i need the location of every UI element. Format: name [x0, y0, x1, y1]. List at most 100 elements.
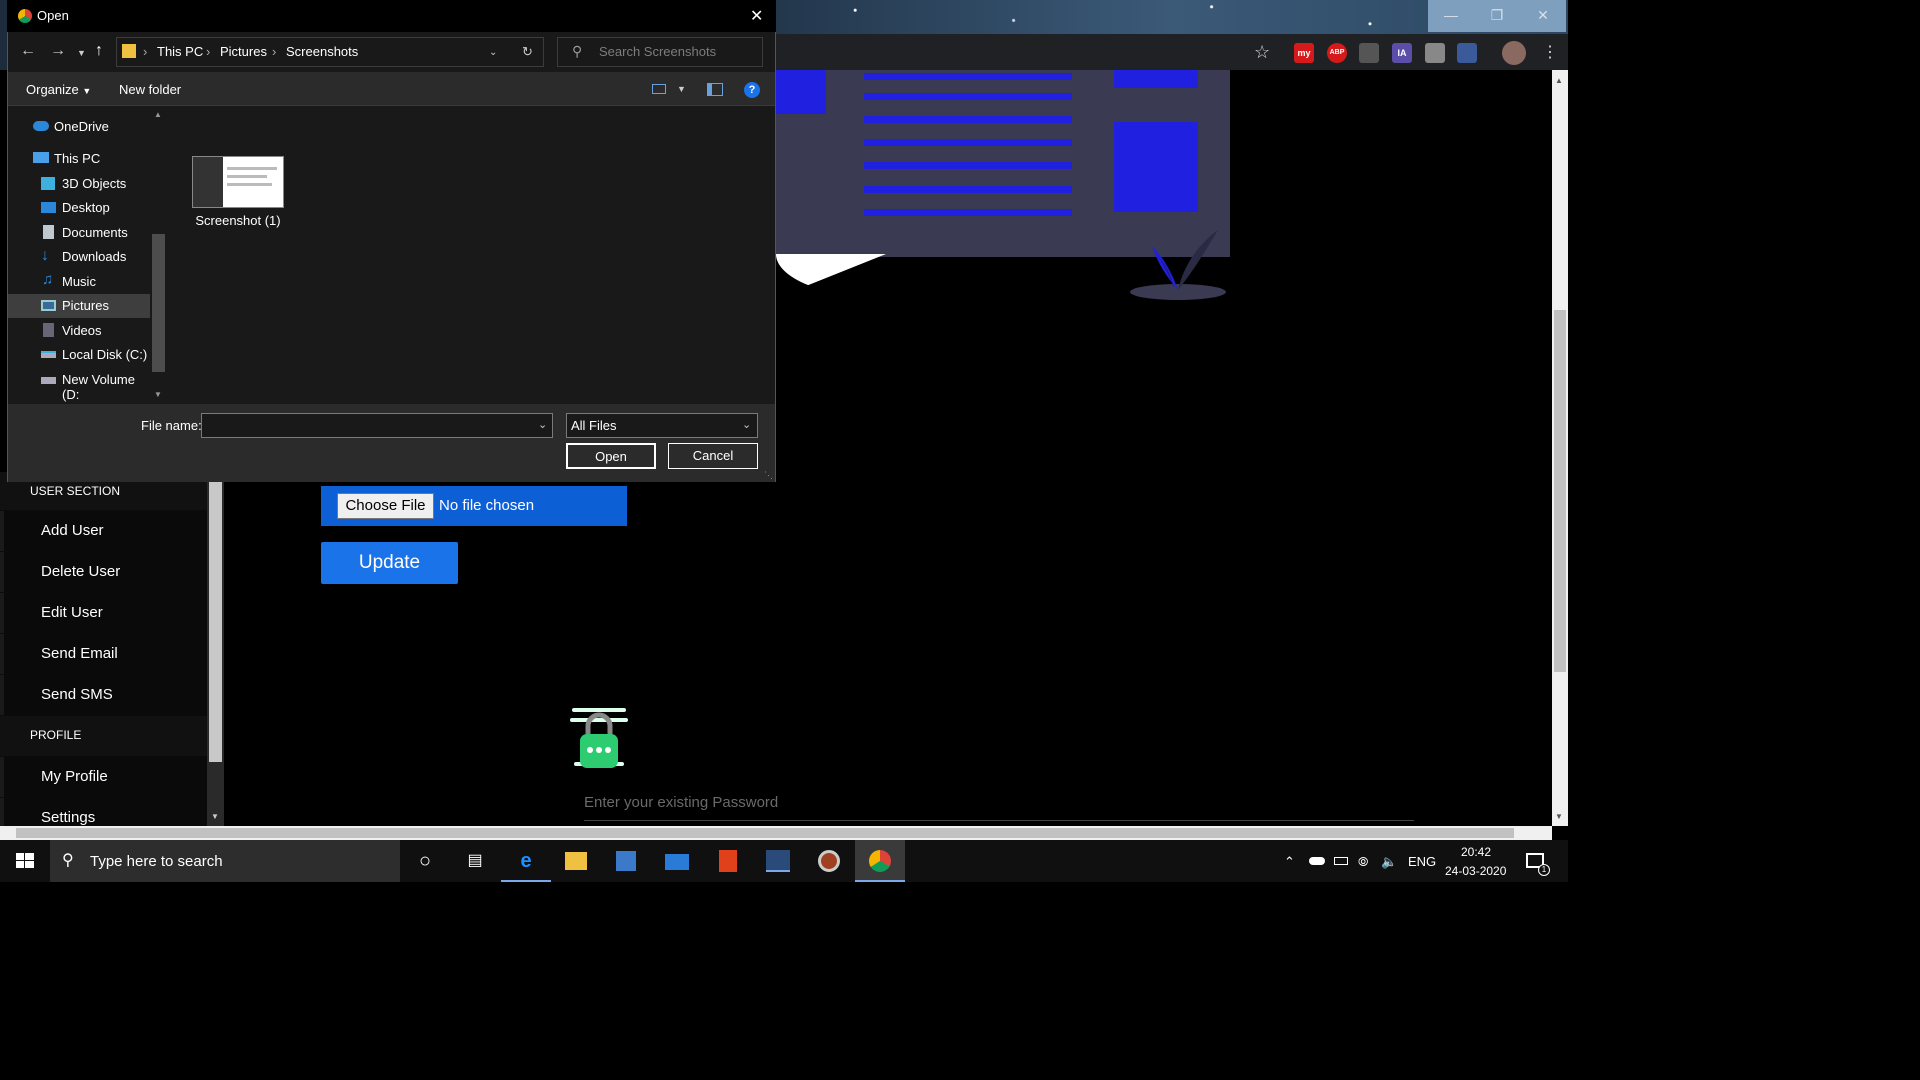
folder-icon — [122, 44, 136, 58]
nav-item-this-pc[interactable]: This PC — [8, 147, 150, 171]
volume-icon[interactable]: 🔈 — [1381, 854, 1397, 870]
scroll-down-icon[interactable]: ▼ — [154, 390, 162, 399]
extension-puzzle-icon[interactable] — [1425, 43, 1445, 63]
sidebar-item-send-sms[interactable]: Send SMS — [0, 675, 207, 715]
restore-icon[interactable]: ❐ — [1474, 0, 1520, 32]
page-horizontal-thumb[interactable] — [16, 828, 1514, 838]
help-icon[interactable]: ? — [744, 82, 760, 98]
password-underline — [584, 820, 1414, 821]
nav-item-label: Desktop — [62, 200, 110, 215]
illustration-line — [864, 73, 1072, 80]
update-button[interactable]: Update — [321, 542, 458, 584]
nav-item-documents[interactable]: Documents — [8, 221, 150, 245]
sidebar-scroll-thumb[interactable] — [209, 482, 222, 762]
mail-icon[interactable] — [665, 854, 689, 870]
nav-item-music[interactable]: Music — [8, 270, 150, 294]
close-window-icon[interactable]: ✕ — [1520, 0, 1566, 32]
office-icon[interactable] — [719, 850, 737, 872]
store-icon[interactable] — [616, 851, 636, 871]
drive-icon — [41, 351, 56, 358]
breadcrumb-pictures[interactable]: Pictures — [220, 44, 267, 59]
windows-start-icon[interactable] — [0, 840, 50, 882]
forward-icon[interactable]: → — [50, 42, 66, 60]
chevron-down-icon[interactable]: ⌄ — [742, 418, 751, 431]
nav-item-onedrive[interactable]: OneDrive — [8, 115, 150, 139]
organize-button[interactable]: Organize ▼ — [26, 82, 91, 97]
nav-item-pictures[interactable]: Pictures — [8, 294, 150, 318]
nav-item-desktop[interactable]: Desktop — [8, 196, 150, 220]
file-name-label[interactable]: Screenshot (1) — [178, 213, 298, 228]
nav-item-videos[interactable]: Videos — [8, 319, 150, 343]
video-icon — [43, 323, 54, 337]
bookmark-star-icon[interactable]: ☆ — [1254, 42, 1270, 63]
resize-grip-icon[interactable]: ⋱ — [764, 470, 773, 481]
clock-time[interactable]: 20:42 — [1461, 845, 1491, 859]
new-folder-button[interactable]: New folder — [119, 82, 181, 97]
chevron-right-icon: › — [143, 44, 148, 59]
sidebar-item-settings[interactable]: Settings — [0, 798, 207, 826]
nav-item-label: Documents — [62, 225, 128, 240]
edge-icon[interactable]: e — [501, 840, 551, 882]
recent-locations-icon[interactable]: ▼ — [77, 48, 86, 58]
sidebar-item-delete-user[interactable]: Delete User — [0, 552, 207, 592]
nav-scroll-thumb[interactable] — [152, 234, 165, 372]
computer-icon — [33, 152, 49, 163]
search-placeholder: Search Screenshots — [599, 44, 717, 59]
scroll-up-icon[interactable]: ▲ — [1555, 76, 1563, 85]
nav-item-local-disk[interactable]: Local Disk (C:) — [8, 343, 150, 367]
battery-icon[interactable] — [1334, 857, 1348, 865]
extension-tool-icon[interactable] — [1457, 43, 1477, 63]
extension-ia[interactable]: IA — [1392, 43, 1412, 63]
file-explorer-icon[interactable] — [565, 852, 587, 870]
breadcrumb-this-pc[interactable]: This PC — [157, 44, 203, 59]
wifi-icon[interactable]: ⦾ — [1358, 854, 1368, 870]
close-icon[interactable]: ✕ — [750, 6, 763, 26]
extension-my[interactable]: my — [1294, 43, 1314, 63]
nav-item-downloads[interactable]: Downloads — [8, 245, 150, 269]
extension-abp[interactable]: ABP — [1327, 43, 1347, 63]
tray-chevron-up-icon[interactable]: ⌃ — [1284, 854, 1295, 870]
address-dropdown-icon[interactable]: ⌄ — [489, 47, 497, 58]
task-view-icon[interactable]: ▤ — [450, 840, 500, 882]
chevron-down-icon[interactable]: ▼ — [677, 84, 686, 94]
password-input[interactable]: Enter your existing Password — [584, 794, 778, 811]
refresh-icon[interactable]: ↻ — [522, 44, 533, 60]
cloud-icon — [33, 121, 49, 131]
sidebar-item-my-profile[interactable]: My Profile — [0, 757, 207, 797]
view-options-icon[interactable] — [652, 84, 666, 94]
up-icon[interactable]: ↑ — [95, 42, 103, 60]
sidebar-section-profile: PROFILE — [0, 716, 207, 756]
menu-icon[interactable]: ⋮ — [1542, 42, 1558, 62]
scroll-down-icon[interactable]: ▼ — [211, 812, 219, 821]
minimize-icon[interactable]: — — [1428, 0, 1474, 32]
sidebar-item-add-user[interactable]: Add User — [0, 511, 207, 551]
extension-shield-icon[interactable] — [1359, 43, 1379, 63]
page-scroll-thumb[interactable] — [1554, 310, 1566, 672]
choose-file-button[interactable]: Choose File — [337, 493, 434, 519]
cancel-button[interactable]: Cancel — [668, 443, 758, 469]
file-type-select[interactable]: All Files — [566, 413, 758, 438]
preview-pane-icon[interactable] — [707, 83, 723, 96]
settings-app-icon[interactable] — [818, 850, 840, 872]
chevron-down-icon[interactable]: ⌄ — [538, 418, 547, 431]
language-indicator[interactable]: ENG — [1408, 854, 1436, 869]
avatar[interactable] — [1502, 41, 1526, 65]
cortana-icon[interactable]: ○ — [400, 840, 450, 882]
sidebar-item-edit-user[interactable]: Edit User — [0, 593, 207, 633]
onedrive-tray-icon[interactable] — [1309, 857, 1325, 865]
clock-date[interactable]: 24-03-2020 — [1445, 864, 1506, 878]
chevron-right-icon: › — [272, 44, 277, 59]
file-thumbnail[interactable] — [192, 156, 284, 208]
nav-item-3d-objects[interactable]: 3D Objects — [8, 172, 150, 196]
music-note-icon: ♫ — [42, 271, 54, 288]
breadcrumb-screenshots[interactable]: Screenshots — [286, 44, 358, 59]
nav-item-new-volume[interactable]: New Volume (D: — [8, 368, 150, 402]
sidebar-item-send-email[interactable]: Send Email — [0, 634, 207, 674]
back-icon[interactable]: ← — [20, 42, 36, 60]
drive-icon — [41, 377, 56, 384]
file-name-input[interactable] — [201, 413, 553, 438]
app-icon[interactable] — [766, 850, 790, 872]
scroll-down-icon[interactable]: ▼ — [1555, 812, 1563, 821]
scroll-up-icon[interactable]: ▲ — [154, 110, 162, 119]
open-button[interactable]: Open — [566, 443, 656, 469]
